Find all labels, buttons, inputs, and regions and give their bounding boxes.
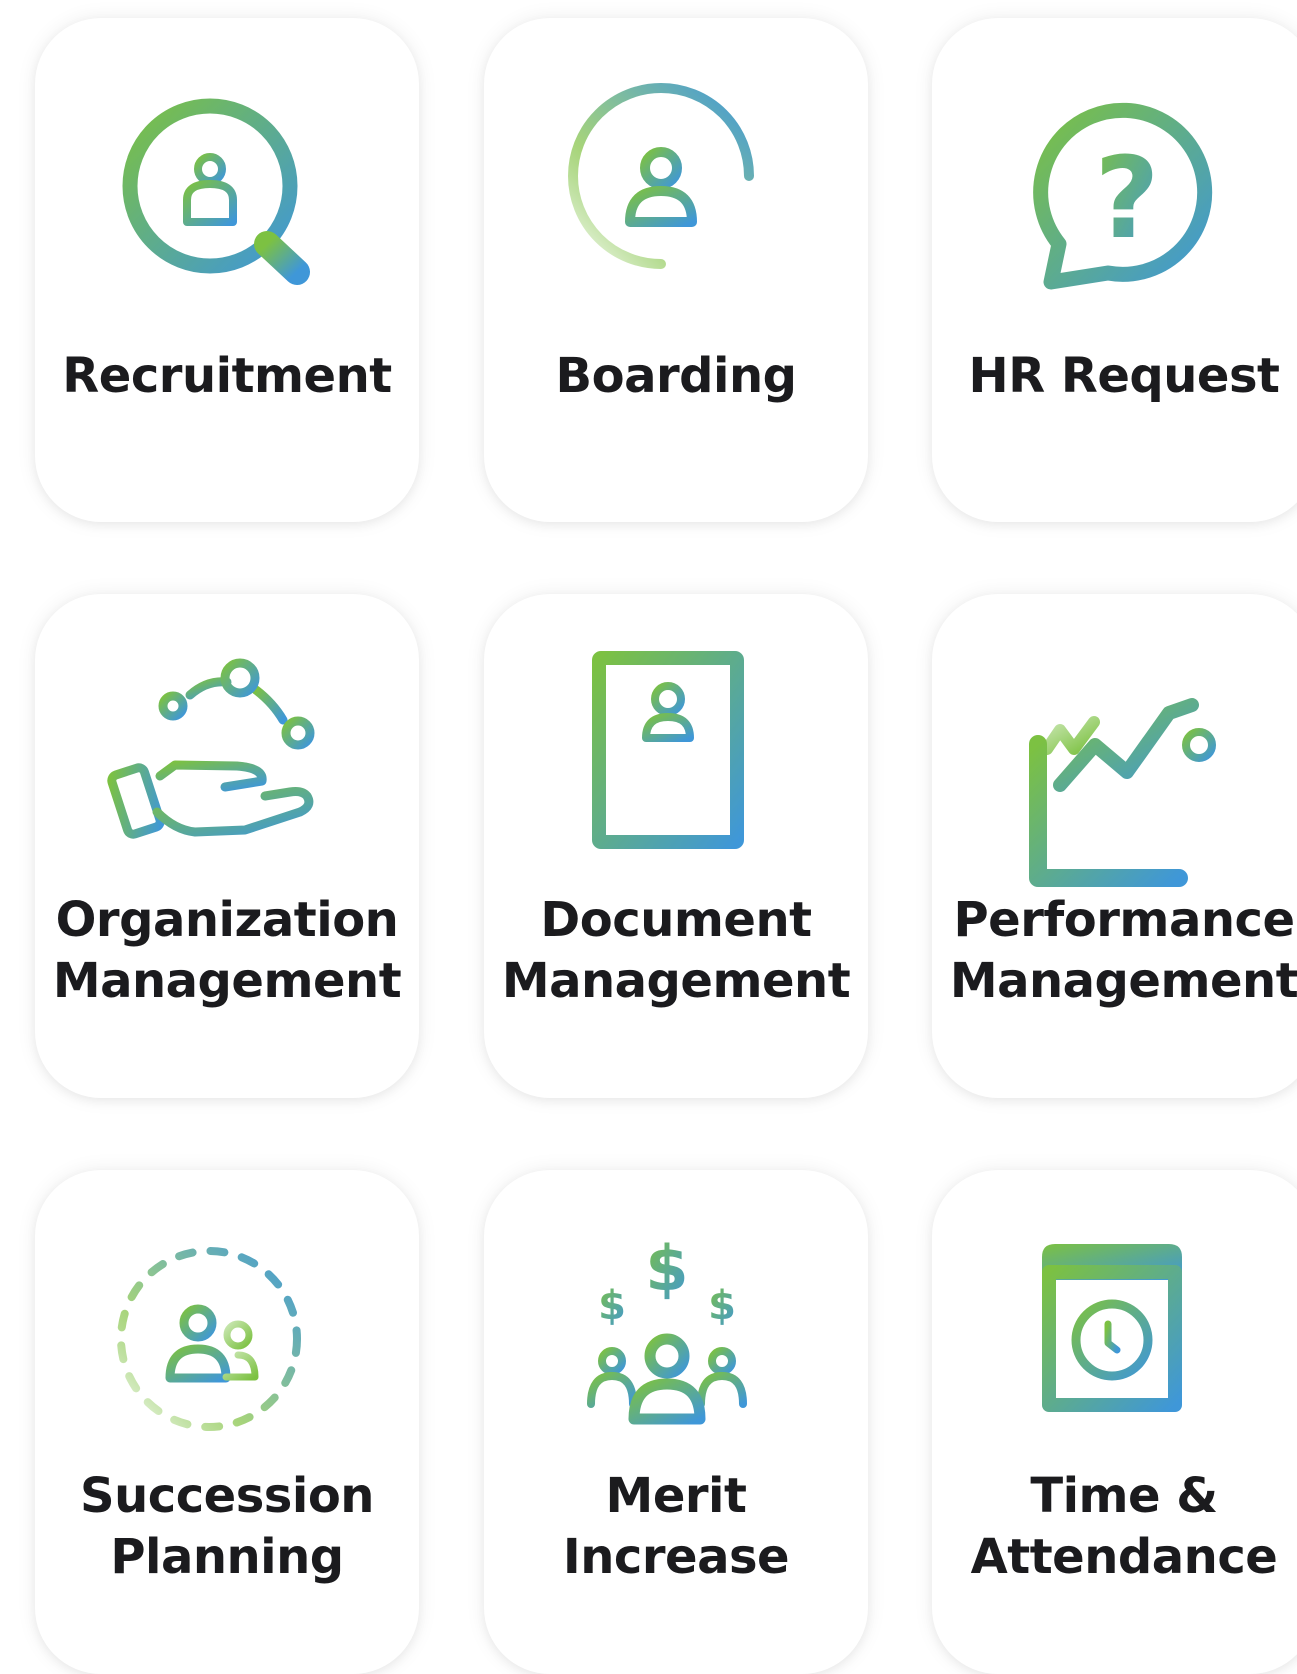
card-label: Performance Management xyxy=(932,890,1297,1012)
card-label-line: Management xyxy=(501,953,851,1009)
boarding-progress-icon xyxy=(566,74,786,294)
card-document-management[interactable]: Document Management xyxy=(484,594,868,1098)
card-label-line: Management xyxy=(52,953,402,1009)
merit-dollar-people-icon: $ $ $ xyxy=(566,1226,786,1446)
card-label-line: Succession xyxy=(80,1468,374,1524)
card-hr-request[interactable]: ? HR Request xyxy=(932,18,1297,522)
card-time-attendance[interactable]: Time & Attendance xyxy=(932,1170,1297,1674)
svg-text:$: $ xyxy=(598,1283,626,1329)
card-label-line: Boarding xyxy=(555,348,797,404)
performance-chart-icon xyxy=(1014,650,1234,887)
organization-hand-icon xyxy=(107,650,337,870)
time-calendar-clock-icon xyxy=(1014,1226,1234,1446)
hr-request-question-icon: ? xyxy=(1014,74,1234,294)
card-label-line: Time & xyxy=(1030,1468,1218,1524)
card-boarding[interactable]: Boarding xyxy=(484,18,868,522)
card-label: Time & Attendance xyxy=(932,1466,1297,1588)
succession-people-icon xyxy=(117,1226,337,1446)
card-recruitment[interactable]: Recruitment xyxy=(35,18,419,522)
card-merit-increase[interactable]: $ $ $ Merit Increase xyxy=(484,1170,868,1674)
card-label: HR Request xyxy=(932,346,1297,407)
card-organization-management[interactable]: Organization Management xyxy=(35,594,419,1098)
card-label-line: Merit xyxy=(605,1468,747,1524)
card-label: Succession Planning xyxy=(35,1466,419,1588)
card-label-line: Management xyxy=(949,953,1297,1009)
card-label: Merit Increase xyxy=(484,1466,868,1588)
card-label-line: Planning xyxy=(110,1529,344,1585)
recruitment-search-icon xyxy=(117,74,337,294)
card-label-line: Recruitment xyxy=(62,348,392,404)
card-label: Organization Management xyxy=(35,890,419,1012)
document-profile-icon xyxy=(566,650,786,870)
card-label: Boarding xyxy=(484,346,868,407)
card-label-line: Performance xyxy=(953,892,1295,948)
svg-text:$: $ xyxy=(708,1283,736,1329)
card-label: Document Management xyxy=(484,890,868,1012)
card-label: Recruitment xyxy=(35,346,419,407)
card-succession-planning[interactable]: Succession Planning xyxy=(35,1170,419,1674)
svg-text:$: $ xyxy=(645,1232,688,1305)
card-label-line: Document xyxy=(540,892,812,948)
card-performance-management[interactable]: Performance Management xyxy=(932,594,1297,1098)
svg-text:?: ? xyxy=(1095,134,1160,264)
card-label-line: Organization xyxy=(55,892,399,948)
card-label-line: Increase xyxy=(562,1529,790,1585)
card-label-line: HR Request xyxy=(968,348,1280,404)
card-label-line: Attendance xyxy=(970,1529,1278,1585)
